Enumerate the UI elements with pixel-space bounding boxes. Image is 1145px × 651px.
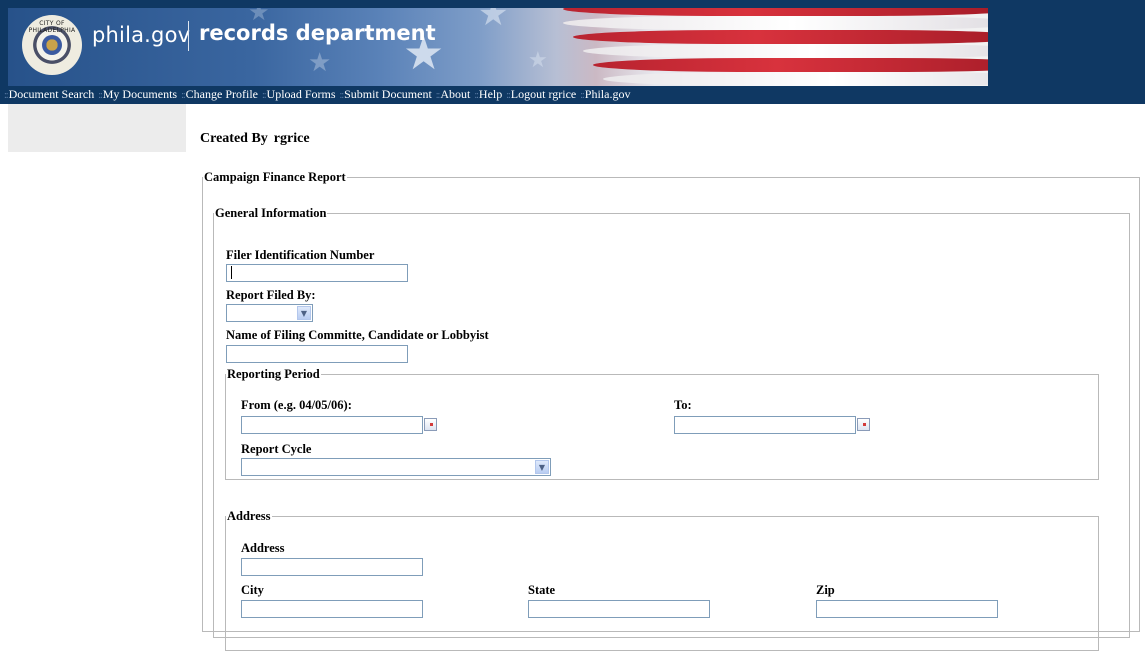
flag-banner: ★ ★ ★ ★ ★ CITY OF PHILADELPHIA phila.gov… (8, 8, 988, 86)
report-filed-by-select[interactable]: ▼ (226, 304, 313, 322)
text-cursor (231, 266, 232, 279)
state-label: State (528, 583, 556, 597)
filing-name-label: Name of Filing Committe, Candidate or Lo… (226, 328, 489, 342)
report-cycle-select[interactable]: ▼ (241, 458, 551, 476)
created-by-label: Created By (200, 131, 268, 146)
nav-phila-gov[interactable]: ::Phila.gov (580, 86, 630, 104)
filer-id-input[interactable] (226, 264, 408, 282)
nav-help[interactable]: ::Help (474, 86, 506, 104)
report-cycle-label: Report Cycle (241, 442, 312, 456)
from-date-label: From (e.g. 04/05/06): (241, 398, 352, 412)
city-label: City (241, 583, 264, 597)
zip-input[interactable] (816, 600, 998, 618)
department-name: records department (199, 21, 436, 45)
campaign-finance-report-legend: Campaign Finance Report (204, 170, 346, 184)
address-legend: Address (227, 509, 271, 523)
created-by-heading: Created By rgrice (200, 131, 310, 147)
sidebar-panel (8, 104, 186, 152)
filer-id-label: Filer Identification Number (226, 248, 375, 262)
zip-label: Zip (816, 583, 835, 597)
calendar-icon[interactable] (857, 418, 870, 431)
created-by-user: rgrice (273, 131, 310, 146)
nav-my-documents[interactable]: ::My Documents (98, 86, 181, 104)
to-date-input[interactable] (674, 416, 856, 434)
general-information-legend: General Information (215, 206, 327, 220)
address-fieldset: Address Address City State Zip (225, 509, 1099, 651)
nav-submit-document[interactable]: ::Submit Document (340, 86, 436, 104)
nav-change-profile[interactable]: ::Change Profile (181, 86, 262, 104)
filing-name-input[interactable] (226, 345, 408, 363)
state-input[interactable] (528, 600, 710, 618)
campaign-finance-report-fieldset: Campaign Finance Report General Informat… (202, 170, 1140, 651)
calendar-icon[interactable] (424, 418, 437, 431)
reporting-period-fieldset: Reporting Period From (e.g. 04/05/06): T… (225, 367, 1099, 480)
nav-logout[interactable]: ::Logout rgrice (506, 86, 580, 104)
report-filed-by-label: Report Filed By: (226, 288, 316, 302)
city-seal-icon[interactable]: CITY OF PHILADELPHIA (22, 15, 82, 75)
city-input[interactable] (241, 600, 423, 618)
general-information-fieldset: General Information Filer Identification… (213, 206, 1130, 651)
site-name[interactable]: phila.gov (92, 23, 190, 47)
address-input[interactable] (241, 558, 423, 576)
site-header: ★ ★ ★ ★ ★ CITY OF PHILADELPHIA phila.gov… (0, 0, 1145, 104)
main-nav: ::Document Search ::My Documents ::Chang… (0, 86, 1145, 104)
to-date-label: To: (674, 398, 692, 412)
chevron-down-icon[interactable]: ▼ (297, 306, 311, 320)
nav-upload-forms[interactable]: ::Upload Forms (262, 86, 340, 104)
reporting-period-legend: Reporting Period (227, 367, 320, 381)
chevron-down-icon[interactable]: ▼ (535, 460, 549, 474)
from-date-input[interactable] (241, 416, 423, 434)
brand-divider (188, 21, 189, 51)
nav-about[interactable]: ::About (436, 86, 475, 104)
nav-document-search[interactable]: ::Document Search (4, 86, 98, 104)
address-label: Address (241, 541, 285, 555)
